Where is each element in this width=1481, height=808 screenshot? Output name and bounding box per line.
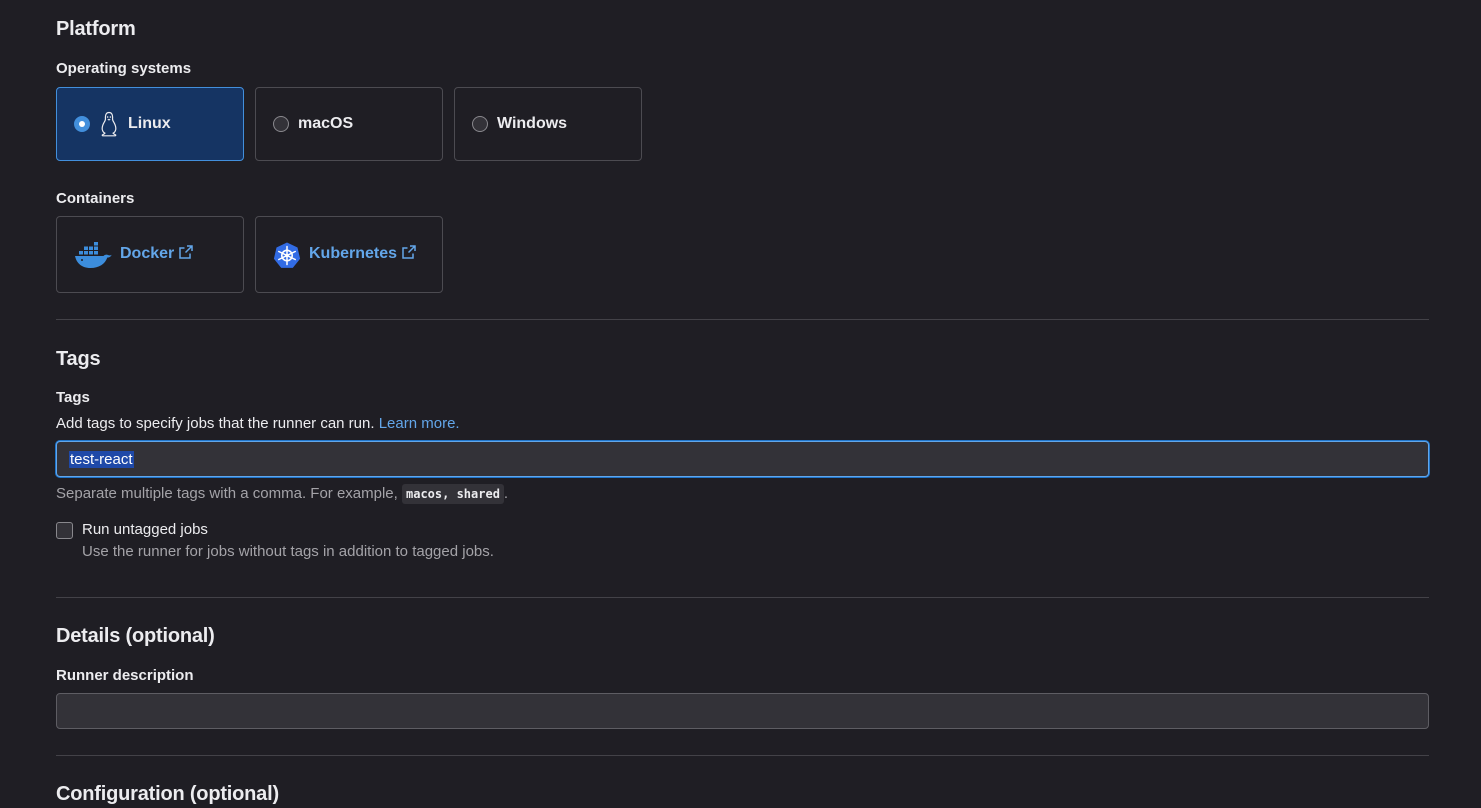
details-section-title: Details (optional) (56, 625, 215, 647)
linux-tux-icon (98, 111, 120, 137)
tags-help-text: Add tags to specify jobs that the runner… (56, 415, 460, 432)
runner-form-page: Platform Operating systems Linux macOS W… (0, 0, 1481, 808)
external-link-icon (401, 244, 417, 265)
macos-radio[interactable] (273, 116, 289, 132)
linux-radio[interactable] (74, 116, 90, 132)
external-link-icon (178, 244, 194, 265)
windows-label: Windows (497, 115, 568, 132)
tags-input[interactable]: test-react (56, 441, 1429, 477)
tags-help-description: Add tags to specify jobs that the runner… (56, 415, 375, 432)
kubernetes-link[interactable]: Kubernetes (309, 244, 417, 265)
runner-description-label: Runner description (56, 667, 194, 684)
platform-section-title: Platform (56, 18, 136, 40)
tags-hint-suffix: . (503, 485, 509, 502)
windows-radio[interactable] (472, 116, 488, 132)
container-option-docker[interactable]: Docker (56, 216, 244, 293)
operating-systems-label: Operating systems (56, 60, 192, 77)
run-untagged-help: Use the runner for jobs without tags in … (82, 543, 494, 560)
section-divider (56, 597, 1429, 598)
containers-label: Containers (56, 190, 135, 207)
container-option-kubernetes[interactable]: Kubernetes (255, 216, 443, 293)
linux-label: Linux (128, 115, 171, 132)
docker-icon (74, 241, 112, 269)
macos-label: macOS (298, 115, 354, 132)
runner-description-input[interactable] (56, 693, 1429, 729)
os-option-linux[interactable]: Linux (56, 87, 244, 161)
configuration-section-title: Configuration (optional) (56, 783, 279, 805)
tags-section-title: Tags (56, 348, 101, 370)
run-untagged-checkbox[interactable] (56, 522, 73, 539)
run-untagged-label[interactable]: Run untagged jobs (82, 521, 208, 538)
os-option-windows[interactable]: Windows (454, 87, 642, 161)
tags-hint-text: Separate multiple tags with a comma. For… (56, 485, 398, 502)
section-divider (56, 319, 1429, 320)
tags-input-value: test-react (69, 450, 134, 468)
section-divider (56, 755, 1429, 756)
learn-more-link[interactable]: Learn more. (379, 415, 460, 432)
tags-example-code: macos, shared (402, 484, 504, 504)
tags-field-label: Tags (56, 389, 90, 406)
os-option-macos[interactable]: macOS (255, 87, 443, 161)
docker-link[interactable]: Docker (120, 244, 194, 265)
tags-hint: Separate multiple tags with a comma. For… (56, 484, 509, 504)
kubernetes-icon (273, 241, 301, 269)
